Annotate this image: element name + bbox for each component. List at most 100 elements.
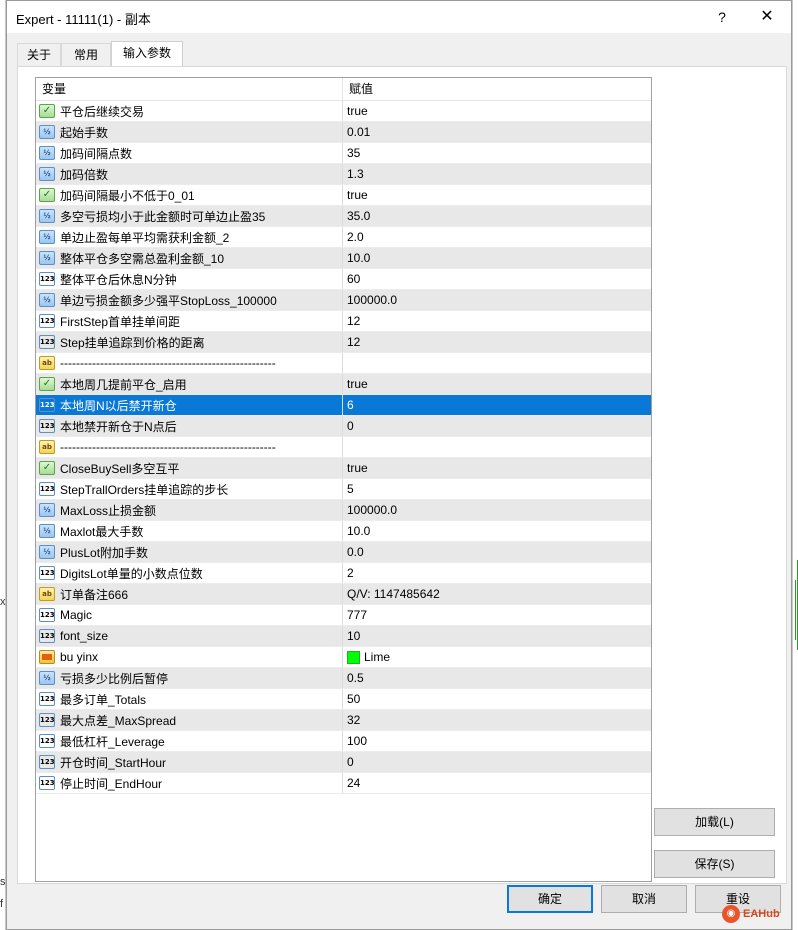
value-cell[interactable]: 777 (343, 605, 651, 625)
value-cell[interactable]: 2.0 (343, 227, 651, 247)
value-cell[interactable]: Q/V: 1147485642 (343, 584, 651, 604)
table-row[interactable]: 123 本地周N以后禁开新仓 6 (36, 395, 651, 416)
variable-cell[interactable]: 123 本地禁开新仓于N点后 (36, 416, 343, 436)
value-cell[interactable]: 35 (343, 143, 651, 163)
table-row[interactable]: ½ 加码倍数 1.3 (36, 164, 651, 185)
table-row[interactable]: 123 最多订单_Totals 50 (36, 689, 651, 710)
value-cell[interactable]: true (343, 374, 651, 394)
variable-cell[interactable]: 123 Magic (36, 605, 343, 625)
variable-cell[interactable]: ½ 加码倍数 (36, 164, 343, 184)
table-row[interactable]: ✓ 加码间隔最小不低于0_01 true (36, 185, 651, 206)
table-row[interactable]: ½ PlusLot附加手数 0.0 (36, 542, 651, 563)
variable-cell[interactable]: ½ PlusLot附加手数 (36, 542, 343, 562)
table-row[interactable]: ½ Maxlot最大手数 10.0 (36, 521, 651, 542)
variable-cell[interactable]: ½ Maxlot最大手数 (36, 521, 343, 541)
value-cell[interactable]: 24 (343, 773, 651, 793)
variable-cell[interactable]: bu yinx (36, 647, 343, 667)
table-row[interactable]: ab --------------------------------------… (36, 353, 651, 374)
table-row[interactable]: 123 整体平仓后休息N分钟 60 (36, 269, 651, 290)
table-row[interactable]: 123 Magic 777 (36, 605, 651, 626)
variable-cell[interactable]: ½ 加码间隔点数 (36, 143, 343, 163)
table-row[interactable]: bu yinx Lime (36, 647, 651, 668)
value-cell[interactable]: 60 (343, 269, 651, 289)
variable-cell[interactable]: 123 StepTrallOrders挂单追踪的步长 (36, 479, 343, 499)
tab-common[interactable]: 常用 (61, 43, 111, 67)
value-cell[interactable]: 100 (343, 731, 651, 751)
value-cell[interactable]: 0 (343, 752, 651, 772)
header-value[interactable]: 赋值 (343, 78, 651, 100)
table-row[interactable]: ½ 单边亏损金额多少强平StopLoss_100000 100000.0 (36, 290, 651, 311)
variable-cell[interactable]: 123 整体平仓后休息N分钟 (36, 269, 343, 289)
table-row[interactable]: 123 StepTrallOrders挂单追踪的步长 5 (36, 479, 651, 500)
table-row[interactable]: ½ 单边止盈每单平均需获利金额_2 2.0 (36, 227, 651, 248)
value-cell[interactable]: 100000.0 (343, 500, 651, 520)
value-cell[interactable]: 50 (343, 689, 651, 709)
value-cell[interactable] (343, 353, 651, 373)
variable-cell[interactable]: ✓ 平仓后继续交易 (36, 101, 343, 121)
variable-cell[interactable]: 123 DigitsLot单量的小数点位数 (36, 563, 343, 583)
value-cell[interactable]: 32 (343, 710, 651, 730)
close-button[interactable]: ✕ (752, 5, 782, 29)
value-cell[interactable]: 100000.0 (343, 290, 651, 310)
value-cell[interactable]: 1.3 (343, 164, 651, 184)
table-row[interactable]: ab 订单备注666 Q/V: 1147485642 (36, 584, 651, 605)
variable-cell[interactable]: 123 FirstStep首单挂单间距 (36, 311, 343, 331)
table-row[interactable]: ½ MaxLoss止损金额 100000.0 (36, 500, 651, 521)
tab-inputs[interactable]: 输入参数 (111, 41, 183, 67)
value-cell[interactable]: 5 (343, 479, 651, 499)
variable-cell[interactable]: 123 本地周N以后禁开新仓 (36, 395, 343, 415)
value-cell[interactable]: 0 (343, 416, 651, 436)
table-row[interactable]: 123 DigitsLot单量的小数点位数 2 (36, 563, 651, 584)
table-row[interactable]: 123 Step挂单追踪到价格的距离 12 (36, 332, 651, 353)
tab-about[interactable]: 关于 (17, 43, 61, 67)
variable-cell[interactable]: ✓ 本地周几提前平仓_启用 (36, 374, 343, 394)
table-row[interactable]: 123 FirstStep首单挂单间距 12 (36, 311, 651, 332)
help-button[interactable]: ? (707, 5, 737, 29)
save-button[interactable]: 保存(S) (654, 850, 775, 878)
table-row[interactable]: 123 本地禁开新仓于N点后 0 (36, 416, 651, 437)
table-row[interactable]: ½ 加码间隔点数 35 (36, 143, 651, 164)
table-row[interactable]: 123 最大点差_MaxSpread 32 (36, 710, 651, 731)
variable-cell[interactable]: ½ 整体平仓多空需总盈利金额_10 (36, 248, 343, 268)
variable-cell[interactable]: ab --------------------------------------… (36, 353, 343, 373)
ok-button[interactable]: 确定 (507, 885, 593, 913)
variable-cell[interactable]: ½ 亏损多少比例后暂停 (36, 668, 343, 688)
table-row[interactable]: ab --------------------------------------… (36, 437, 651, 458)
variable-cell[interactable]: 123 最低杠杆_Leverage (36, 731, 343, 751)
value-cell[interactable]: true (343, 101, 651, 121)
table-row[interactable]: ✓ 平仓后继续交易 true (36, 101, 651, 122)
title-bar[interactable]: Expert - 11111(1) - 副本 ? ✕ (7, 1, 791, 33)
variable-cell[interactable]: 123 最大点差_MaxSpread (36, 710, 343, 730)
value-cell[interactable]: 10.0 (343, 248, 651, 268)
value-cell[interactable]: Lime (343, 647, 651, 667)
value-cell[interactable]: 10.0 (343, 521, 651, 541)
variable-cell[interactable]: 123 font_size (36, 626, 343, 646)
value-cell[interactable]: 12 (343, 332, 651, 352)
table-row[interactable]: ½ 整体平仓多空需总盈利金额_10 10.0 (36, 248, 651, 269)
variable-cell[interactable]: ½ 多空亏损均小于此金额时可单边止盈35 (36, 206, 343, 226)
variable-cell[interactable]: 123 Step挂单追踪到价格的距离 (36, 332, 343, 352)
load-button[interactable]: 加载(L) (654, 808, 775, 836)
table-row[interactable]: ½ 亏损多少比例后暂停 0.5 (36, 668, 651, 689)
value-cell[interactable]: 10 (343, 626, 651, 646)
variable-cell[interactable]: 123 停止时间_EndHour (36, 773, 343, 793)
variable-cell[interactable]: ✓ 加码间隔最小不低于0_01 (36, 185, 343, 205)
table-row[interactable]: ✓ CloseBuySell多空互平 true (36, 458, 651, 479)
variable-cell[interactable]: 123 最多订单_Totals (36, 689, 343, 709)
table-row[interactable]: 123 最低杠杆_Leverage 100 (36, 731, 651, 752)
value-cell[interactable]: 2 (343, 563, 651, 583)
variable-cell[interactable]: ✓ CloseBuySell多空互平 (36, 458, 343, 478)
variable-cell[interactable]: 123 开仓时间_StartHour (36, 752, 343, 772)
variable-cell[interactable]: ½ MaxLoss止损金额 (36, 500, 343, 520)
value-cell[interactable]: 35.0 (343, 206, 651, 226)
table-row[interactable]: ½ 多空亏损均小于此金额时可单边止盈35 35.0 (36, 206, 651, 227)
variable-cell[interactable]: ab 订单备注666 (36, 584, 343, 604)
value-cell[interactable]: true (343, 185, 651, 205)
variable-cell[interactable]: ½ 单边亏损金额多少强平StopLoss_100000 (36, 290, 343, 310)
table-row[interactable]: 123 font_size 10 (36, 626, 651, 647)
header-variable[interactable]: 变量 (36, 78, 343, 100)
variable-cell[interactable]: ½ 单边止盈每单平均需获利金额_2 (36, 227, 343, 247)
variable-cell[interactable]: ½ 起始手数 (36, 122, 343, 142)
table-row[interactable]: 123 停止时间_EndHour 24 (36, 773, 651, 794)
value-cell[interactable]: 0.0 (343, 542, 651, 562)
